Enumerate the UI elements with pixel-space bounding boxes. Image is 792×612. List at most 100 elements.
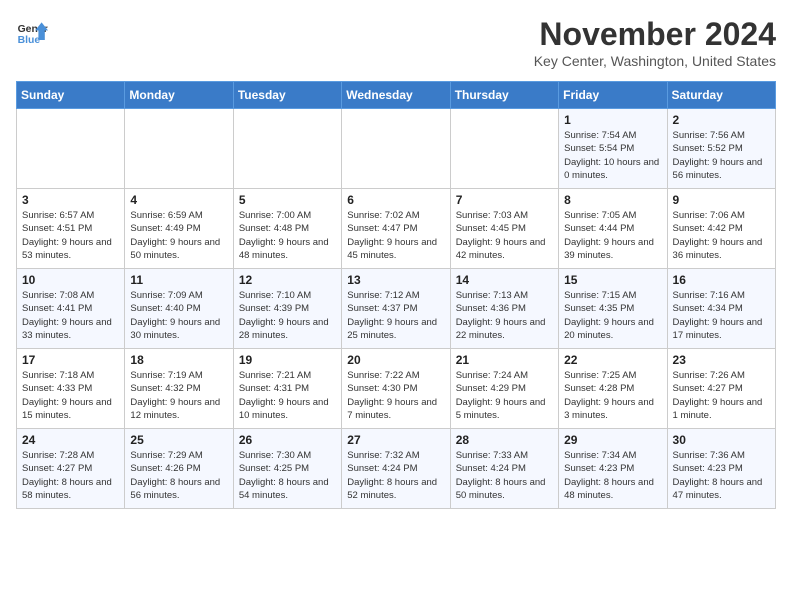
header-wednesday: Wednesday <box>342 82 450 109</box>
page-header: General Blue November 2024 Key Center, W… <box>16 16 776 69</box>
calendar-cell: 3 Sunrise: 6:57 AM Sunset: 4:51 PM Daylig… <box>17 189 125 269</box>
day-number: 22 <box>564 353 661 367</box>
day-info: Sunrise: 7:33 AM Sunset: 4:24 PM Dayligh… <box>456 449 553 502</box>
calendar-cell: 29 Sunrise: 7:34 AM Sunset: 4:23 PM Dayli… <box>559 429 667 509</box>
calendar-cell: 8 Sunrise: 7:05 AM Sunset: 4:44 PM Daylig… <box>559 189 667 269</box>
day-number: 30 <box>673 433 770 447</box>
calendar-cell: 15 Sunrise: 7:15 AM Sunset: 4:35 PM Dayli… <box>559 269 667 349</box>
calendar-week-3: 10 Sunrise: 7:08 AM Sunset: 4:41 PM Dayli… <box>17 269 776 349</box>
day-number: 15 <box>564 273 661 287</box>
calendar-cell: 11 Sunrise: 7:09 AM Sunset: 4:40 PM Dayli… <box>125 269 233 349</box>
day-info: Sunrise: 7:56 AM Sunset: 5:52 PM Dayligh… <box>673 129 770 182</box>
month-title: November 2024 <box>534 16 776 53</box>
calendar-cell: 22 Sunrise: 7:25 AM Sunset: 4:28 PM Dayli… <box>559 349 667 429</box>
day-info: Sunrise: 7:00 AM Sunset: 4:48 PM Dayligh… <box>239 209 336 262</box>
calendar-cell: 1Sunrise: 7:54 AM Sunset: 5:54 PM Daylig… <box>559 109 667 189</box>
day-info: Sunrise: 7:29 AM Sunset: 4:26 PM Dayligh… <box>130 449 227 502</box>
day-info: Sunrise: 7:32 AM Sunset: 4:24 PM Dayligh… <box>347 449 444 502</box>
calendar-week-5: 24 Sunrise: 7:28 AM Sunset: 4:27 PM Dayli… <box>17 429 776 509</box>
day-number: 2 <box>673 113 770 127</box>
day-info: Sunrise: 6:57 AM Sunset: 4:51 PM Dayligh… <box>22 209 119 262</box>
calendar-table: SundayMondayTuesdayWednesdayThursdayFrid… <box>16 81 776 509</box>
day-info: Sunrise: 7:13 AM Sunset: 4:36 PM Dayligh… <box>456 289 553 342</box>
calendar-cell: 25Sunrise: 7:29 AM Sunset: 4:26 PM Dayli… <box>125 429 233 509</box>
calendar-cell: 9Sunrise: 7:06 AM Sunset: 4:42 PM Daylig… <box>667 189 775 269</box>
day-number: 26 <box>239 433 336 447</box>
day-info: Sunrise: 7:26 AM Sunset: 4:27 PM Dayligh… <box>673 369 770 422</box>
day-info: Sunrise: 7:30 AM Sunset: 4:25 PM Dayligh… <box>239 449 336 502</box>
location-subtitle: Key Center, Washington, United States <box>534 53 776 69</box>
day-info: Sunrise: 7:19 AM Sunset: 4:32 PM Dayligh… <box>130 369 227 422</box>
calendar-week-1: 1Sunrise: 7:54 AM Sunset: 5:54 PM Daylig… <box>17 109 776 189</box>
header-tuesday: Tuesday <box>233 82 341 109</box>
day-info: Sunrise: 7:16 AM Sunset: 4:34 PM Dayligh… <box>673 289 770 342</box>
calendar-cell: 7Sunrise: 7:03 AM Sunset: 4:45 PM Daylig… <box>450 189 558 269</box>
svg-text:Blue: Blue <box>18 35 41 46</box>
day-info: Sunrise: 7:22 AM Sunset: 4:30 PM Dayligh… <box>347 369 444 422</box>
day-info: Sunrise: 7:18 AM Sunset: 4:33 PM Dayligh… <box>22 369 119 422</box>
header-friday: Friday <box>559 82 667 109</box>
day-info: Sunrise: 7:10 AM Sunset: 4:39 PM Dayligh… <box>239 289 336 342</box>
day-info: Sunrise: 7:28 AM Sunset: 4:27 PM Dayligh… <box>22 449 119 502</box>
day-number: 10 <box>22 273 119 287</box>
day-info: Sunrise: 7:05 AM Sunset: 4:44 PM Dayligh… <box>564 209 661 262</box>
day-number: 3 <box>22 193 119 207</box>
calendar-cell: 23Sunrise: 7:26 AM Sunset: 4:27 PM Dayli… <box>667 349 775 429</box>
day-number: 8 <box>564 193 661 207</box>
day-number: 6 <box>347 193 444 207</box>
calendar-cell: 13 Sunrise: 7:12 AM Sunset: 4:37 PM Dayli… <box>342 269 450 349</box>
calendar-cell: 30 Sunrise: 7:36 AM Sunset: 4:23 PM Dayli… <box>667 429 775 509</box>
header-thursday: Thursday <box>450 82 558 109</box>
day-info: Sunrise: 7:21 AM Sunset: 4:31 PM Dayligh… <box>239 369 336 422</box>
calendar-cell: 10 Sunrise: 7:08 AM Sunset: 4:41 PM Dayli… <box>17 269 125 349</box>
calendar-cell <box>233 109 341 189</box>
calendar-cell <box>17 109 125 189</box>
day-number: 20 <box>347 353 444 367</box>
day-number: 4 <box>130 193 227 207</box>
calendar-week-2: 3 Sunrise: 6:57 AM Sunset: 4:51 PM Daylig… <box>17 189 776 269</box>
calendar-cell: 18Sunrise: 7:19 AM Sunset: 4:32 PM Dayli… <box>125 349 233 429</box>
calendar-cell <box>450 109 558 189</box>
day-info: Sunrise: 7:15 AM Sunset: 4:35 PM Dayligh… <box>564 289 661 342</box>
day-number: 16 <box>673 273 770 287</box>
calendar-cell: 12 Sunrise: 7:10 AM Sunset: 4:39 PM Dayli… <box>233 269 341 349</box>
day-number: 14 <box>456 273 553 287</box>
header-sunday: Sunday <box>17 82 125 109</box>
day-info: Sunrise: 7:02 AM Sunset: 4:47 PM Dayligh… <box>347 209 444 262</box>
calendar-cell: 17 Sunrise: 7:18 AM Sunset: 4:33 PM Dayli… <box>17 349 125 429</box>
day-number: 5 <box>239 193 336 207</box>
day-info: Sunrise: 7:54 AM Sunset: 5:54 PM Dayligh… <box>564 129 661 182</box>
day-info: Sunrise: 7:24 AM Sunset: 4:29 PM Dayligh… <box>456 369 553 422</box>
calendar-cell: 4 Sunrise: 6:59 AM Sunset: 4:49 PM Daylig… <box>125 189 233 269</box>
header-monday: Monday <box>125 82 233 109</box>
calendar-cell: 27 Sunrise: 7:32 AM Sunset: 4:24 PM Dayli… <box>342 429 450 509</box>
day-info: Sunrise: 7:34 AM Sunset: 4:23 PM Dayligh… <box>564 449 661 502</box>
day-info: Sunrise: 7:09 AM Sunset: 4:40 PM Dayligh… <box>130 289 227 342</box>
day-number: 11 <box>130 273 227 287</box>
title-section: November 2024 Key Center, Washington, Un… <box>534 16 776 69</box>
calendar-cell: 16 Sunrise: 7:16 AM Sunset: 4:34 PM Dayli… <box>667 269 775 349</box>
day-info: Sunrise: 7:25 AM Sunset: 4:28 PM Dayligh… <box>564 369 661 422</box>
day-info: Sunrise: 7:36 AM Sunset: 4:23 PM Dayligh… <box>673 449 770 502</box>
calendar-cell: 28Sunrise: 7:33 AM Sunset: 4:24 PM Dayli… <box>450 429 558 509</box>
calendar-cell <box>125 109 233 189</box>
day-number: 27 <box>347 433 444 447</box>
day-info: Sunrise: 7:08 AM Sunset: 4:41 PM Dayligh… <box>22 289 119 342</box>
day-number: 12 <box>239 273 336 287</box>
calendar-cell: 21Sunrise: 7:24 AM Sunset: 4:29 PM Dayli… <box>450 349 558 429</box>
day-number: 13 <box>347 273 444 287</box>
calendar-cell: 14 Sunrise: 7:13 AM Sunset: 4:36 PM Dayli… <box>450 269 558 349</box>
day-number: 24 <box>22 433 119 447</box>
logo: General Blue <box>16 16 48 48</box>
day-info: Sunrise: 6:59 AM Sunset: 4:49 PM Dayligh… <box>130 209 227 262</box>
calendar-cell: 6 Sunrise: 7:02 AM Sunset: 4:47 PM Daylig… <box>342 189 450 269</box>
header-saturday: Saturday <box>667 82 775 109</box>
calendar-cell: 24 Sunrise: 7:28 AM Sunset: 4:27 PM Dayli… <box>17 429 125 509</box>
calendar-cell <box>342 109 450 189</box>
day-number: 29 <box>564 433 661 447</box>
calendar-cell: 26 Sunrise: 7:30 AM Sunset: 4:25 PM Dayli… <box>233 429 341 509</box>
day-info: Sunrise: 7:12 AM Sunset: 4:37 PM Dayligh… <box>347 289 444 342</box>
day-number: 17 <box>22 353 119 367</box>
calendar-cell: 20 Sunrise: 7:22 AM Sunset: 4:30 PM Dayli… <box>342 349 450 429</box>
day-number: 9 <box>673 193 770 207</box>
